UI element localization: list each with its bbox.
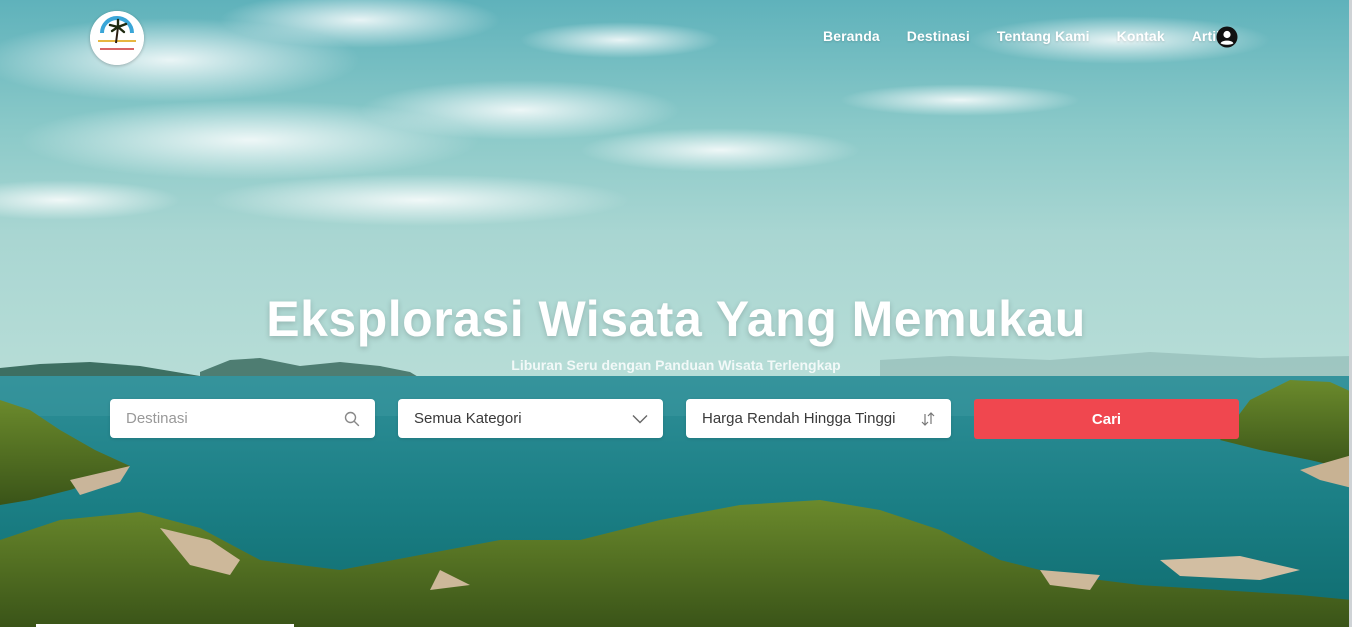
category-selected-value: Semua Kategori <box>414 410 522 427</box>
search-submit-button[interactable]: Cari <box>974 399 1239 439</box>
category-select[interactable]: Semua Kategori <box>398 399 663 438</box>
site-logo[interactable] <box>90 11 144 65</box>
nav-beranda[interactable]: Beranda <box>823 28 880 44</box>
search-icon[interactable] <box>343 410 361 428</box>
sort-arrows-icon <box>919 410 937 428</box>
palm-island-logo-icon <box>90 11 144 65</box>
nav-tentang-kami[interactable]: Tentang Kami <box>997 28 1090 44</box>
nav-kontak[interactable]: Kontak <box>1117 28 1165 44</box>
price-sort-value: Harga Rendah Hingga Tinggi <box>702 410 896 427</box>
hero-subtitle: Liburan Seru dengan Panduan Wisata Terle… <box>511 357 841 373</box>
chevron-down-icon <box>631 410 649 428</box>
user-circle-icon[interactable] <box>1216 26 1238 48</box>
nav-destinasi[interactable]: Destinasi <box>907 28 970 44</box>
destination-search-input[interactable]: Destinasi <box>110 399 375 438</box>
price-sort-select[interactable]: Harga Rendah Hingga Tinggi <box>686 399 951 438</box>
main-nav: Beranda Destinasi Tentang Kami Kontak Ar… <box>823 28 1236 44</box>
hero-title: Eksplorasi Wisata Yang Memukau <box>266 291 1086 347</box>
hero-section: Beranda Destinasi Tentang Kami Kontak Ar… <box>0 0 1352 627</box>
destination-placeholder: Destinasi <box>126 410 188 427</box>
